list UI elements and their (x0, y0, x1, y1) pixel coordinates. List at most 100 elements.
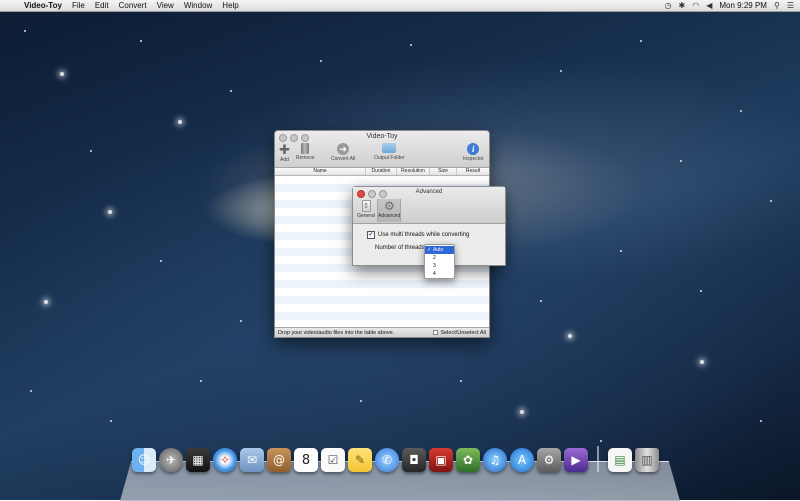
window-title: Video-Toy (366, 133, 398, 140)
general-switch-icon: ▯ (361, 200, 371, 212)
drop-hint-text: Drop your video/audio files into the tab… (278, 329, 395, 336)
column-header-resolution[interactable]: Resolution (397, 168, 430, 175)
mail-icon[interactable]: ✉ (240, 448, 264, 472)
star (460, 380, 462, 382)
calendar-day: 8 (301, 452, 311, 468)
table-row (275, 272, 489, 280)
output-folder-button[interactable]: Output Folder (374, 143, 405, 161)
system-preferences-icon[interactable]: ⚙ (537, 448, 561, 472)
star (360, 400, 362, 402)
window-titlebar[interactable]: Video-Toy ✚ Add Remove ➜ Convert All Out… (275, 131, 489, 168)
wifi-icon[interactable]: ◠ (692, 1, 699, 10)
star (178, 120, 182, 124)
star (680, 160, 682, 162)
column-header-duration[interactable]: Duration (366, 168, 397, 175)
documents-icon[interactable]: ▤ (608, 448, 632, 472)
remove-label: Remove (296, 155, 315, 161)
inspector-label: Inspector (463, 156, 484, 162)
select-all-toggle[interactable]: Select/Unselect All (433, 330, 486, 336)
reminders-icon[interactable]: ☑ (321, 448, 345, 472)
time-machine-icon[interactable]: ◷ (665, 1, 672, 10)
volume-icon[interactable]: ◀ (706, 1, 712, 10)
multithread-checkbox[interactable]: ✓ (367, 231, 375, 239)
table-row (275, 176, 489, 184)
trash-icon (301, 143, 310, 154)
menu-view[interactable]: View (157, 1, 174, 10)
spotlight-icon[interactable]: ⚲ (774, 1, 780, 10)
table-header: Name Duration Resolution Size Result (275, 168, 489, 176)
status-bar: Drop your video/audio files into the tab… (275, 327, 489, 337)
table-row (275, 312, 489, 320)
launchpad-icon[interactable]: ✈ (159, 448, 183, 472)
threads-option-2[interactable]: 2 (425, 254, 454, 262)
threads-label: Number of threads: (375, 245, 427, 251)
gear-icon: ⚙ (384, 199, 395, 213)
star (108, 210, 112, 214)
tab-advanced-label: Advanced (378, 213, 401, 219)
photo-booth-icon[interactable]: ▣ (429, 448, 453, 472)
tab-general[interactable]: ▯ General (355, 199, 377, 222)
facetime-icon[interactable]: ◘ (402, 448, 426, 472)
notification-center-icon[interactable]: ☰ (787, 1, 794, 10)
tab-general-label: General (357, 213, 375, 219)
bluetooth-icon[interactable]: ✱ (679, 1, 686, 10)
star (568, 334, 572, 338)
iphoto-icon[interactable]: ✿ (456, 448, 480, 472)
threads-option-4[interactable]: 4 (425, 270, 454, 278)
menu-help[interactable]: Help (222, 1, 238, 10)
threads-option-3[interactable]: 3 (425, 262, 454, 270)
star (90, 150, 92, 152)
menu-convert[interactable]: Convert (119, 1, 147, 10)
multithread-option[interactable]: ✓ Use multi threads while converting (367, 231, 497, 239)
convert-all-button[interactable]: ➜ Convert All (331, 143, 355, 162)
star (24, 30, 26, 32)
select-all-checkbox[interactable] (433, 330, 439, 335)
dock-separator (597, 446, 599, 472)
panel-body: ✓ Use multi threads while converting Num… (353, 224, 505, 251)
column-header-name[interactable]: Name (275, 168, 366, 175)
star (240, 320, 242, 322)
star (700, 360, 704, 364)
toolbar: ✚ Add Remove ➜ Convert All Output Folder… (275, 143, 489, 167)
menu-window[interactable]: Window (184, 1, 212, 10)
tab-advanced[interactable]: ⚙ Advanced (377, 199, 401, 222)
star (60, 72, 64, 76)
remove-button[interactable]: Remove (296, 143, 315, 161)
menu-file[interactable]: File (72, 1, 85, 10)
video-toy-icon[interactable]: ▶ (564, 448, 588, 472)
multithread-label: Use multi threads while converting (378, 232, 470, 238)
inspector-button[interactable]: i Inspector (463, 143, 484, 162)
convert-arrow-icon: ➜ (337, 143, 350, 155)
column-header-result[interactable]: Result (457, 168, 489, 175)
itunes-icon[interactable]: ♫ (483, 448, 507, 472)
add-button[interactable]: ✚ Add (279, 143, 290, 163)
star (44, 300, 48, 304)
star (700, 290, 702, 292)
messages-icon[interactable]: ✆ (375, 448, 399, 472)
menu-app-name[interactable]: Video-Toy (24, 1, 62, 10)
panel-titlebar[interactable]: Advanced ▯ General ⚙ Advanced (353, 187, 505, 224)
menu-clock[interactable]: Mon 9:29 PM (719, 1, 767, 10)
mission-control-icon[interactable]: ▦ (186, 448, 210, 472)
app-store-icon[interactable]: A (510, 448, 534, 472)
finder-icon[interactable]: ☺ (132, 448, 156, 472)
star (770, 200, 772, 202)
output-folder-label: Output Folder (374, 155, 405, 161)
star (410, 44, 412, 46)
menu-edit[interactable]: Edit (95, 1, 109, 10)
threads-dropdown-menu[interactable]: Auto 2 3 4 (424, 244, 455, 279)
trash-icon[interactable]: ▥ (635, 448, 659, 472)
contacts-icon[interactable]: @ (267, 448, 291, 472)
table-row (275, 296, 489, 304)
panel-title: Advanced (415, 189, 443, 195)
info-icon: i (467, 143, 480, 155)
select-all-label: Select/Unselect All (440, 329, 486, 336)
safari-icon[interactable]: ✧ (213, 448, 237, 472)
threads-option-auto[interactable]: Auto (425, 246, 454, 254)
star (640, 40, 642, 42)
column-header-size[interactable]: Size (430, 168, 457, 175)
star (740, 110, 742, 112)
notes-icon[interactable]: ✎ (348, 448, 372, 472)
star (320, 60, 322, 62)
calendar-icon[interactable]: 8 (294, 448, 318, 472)
